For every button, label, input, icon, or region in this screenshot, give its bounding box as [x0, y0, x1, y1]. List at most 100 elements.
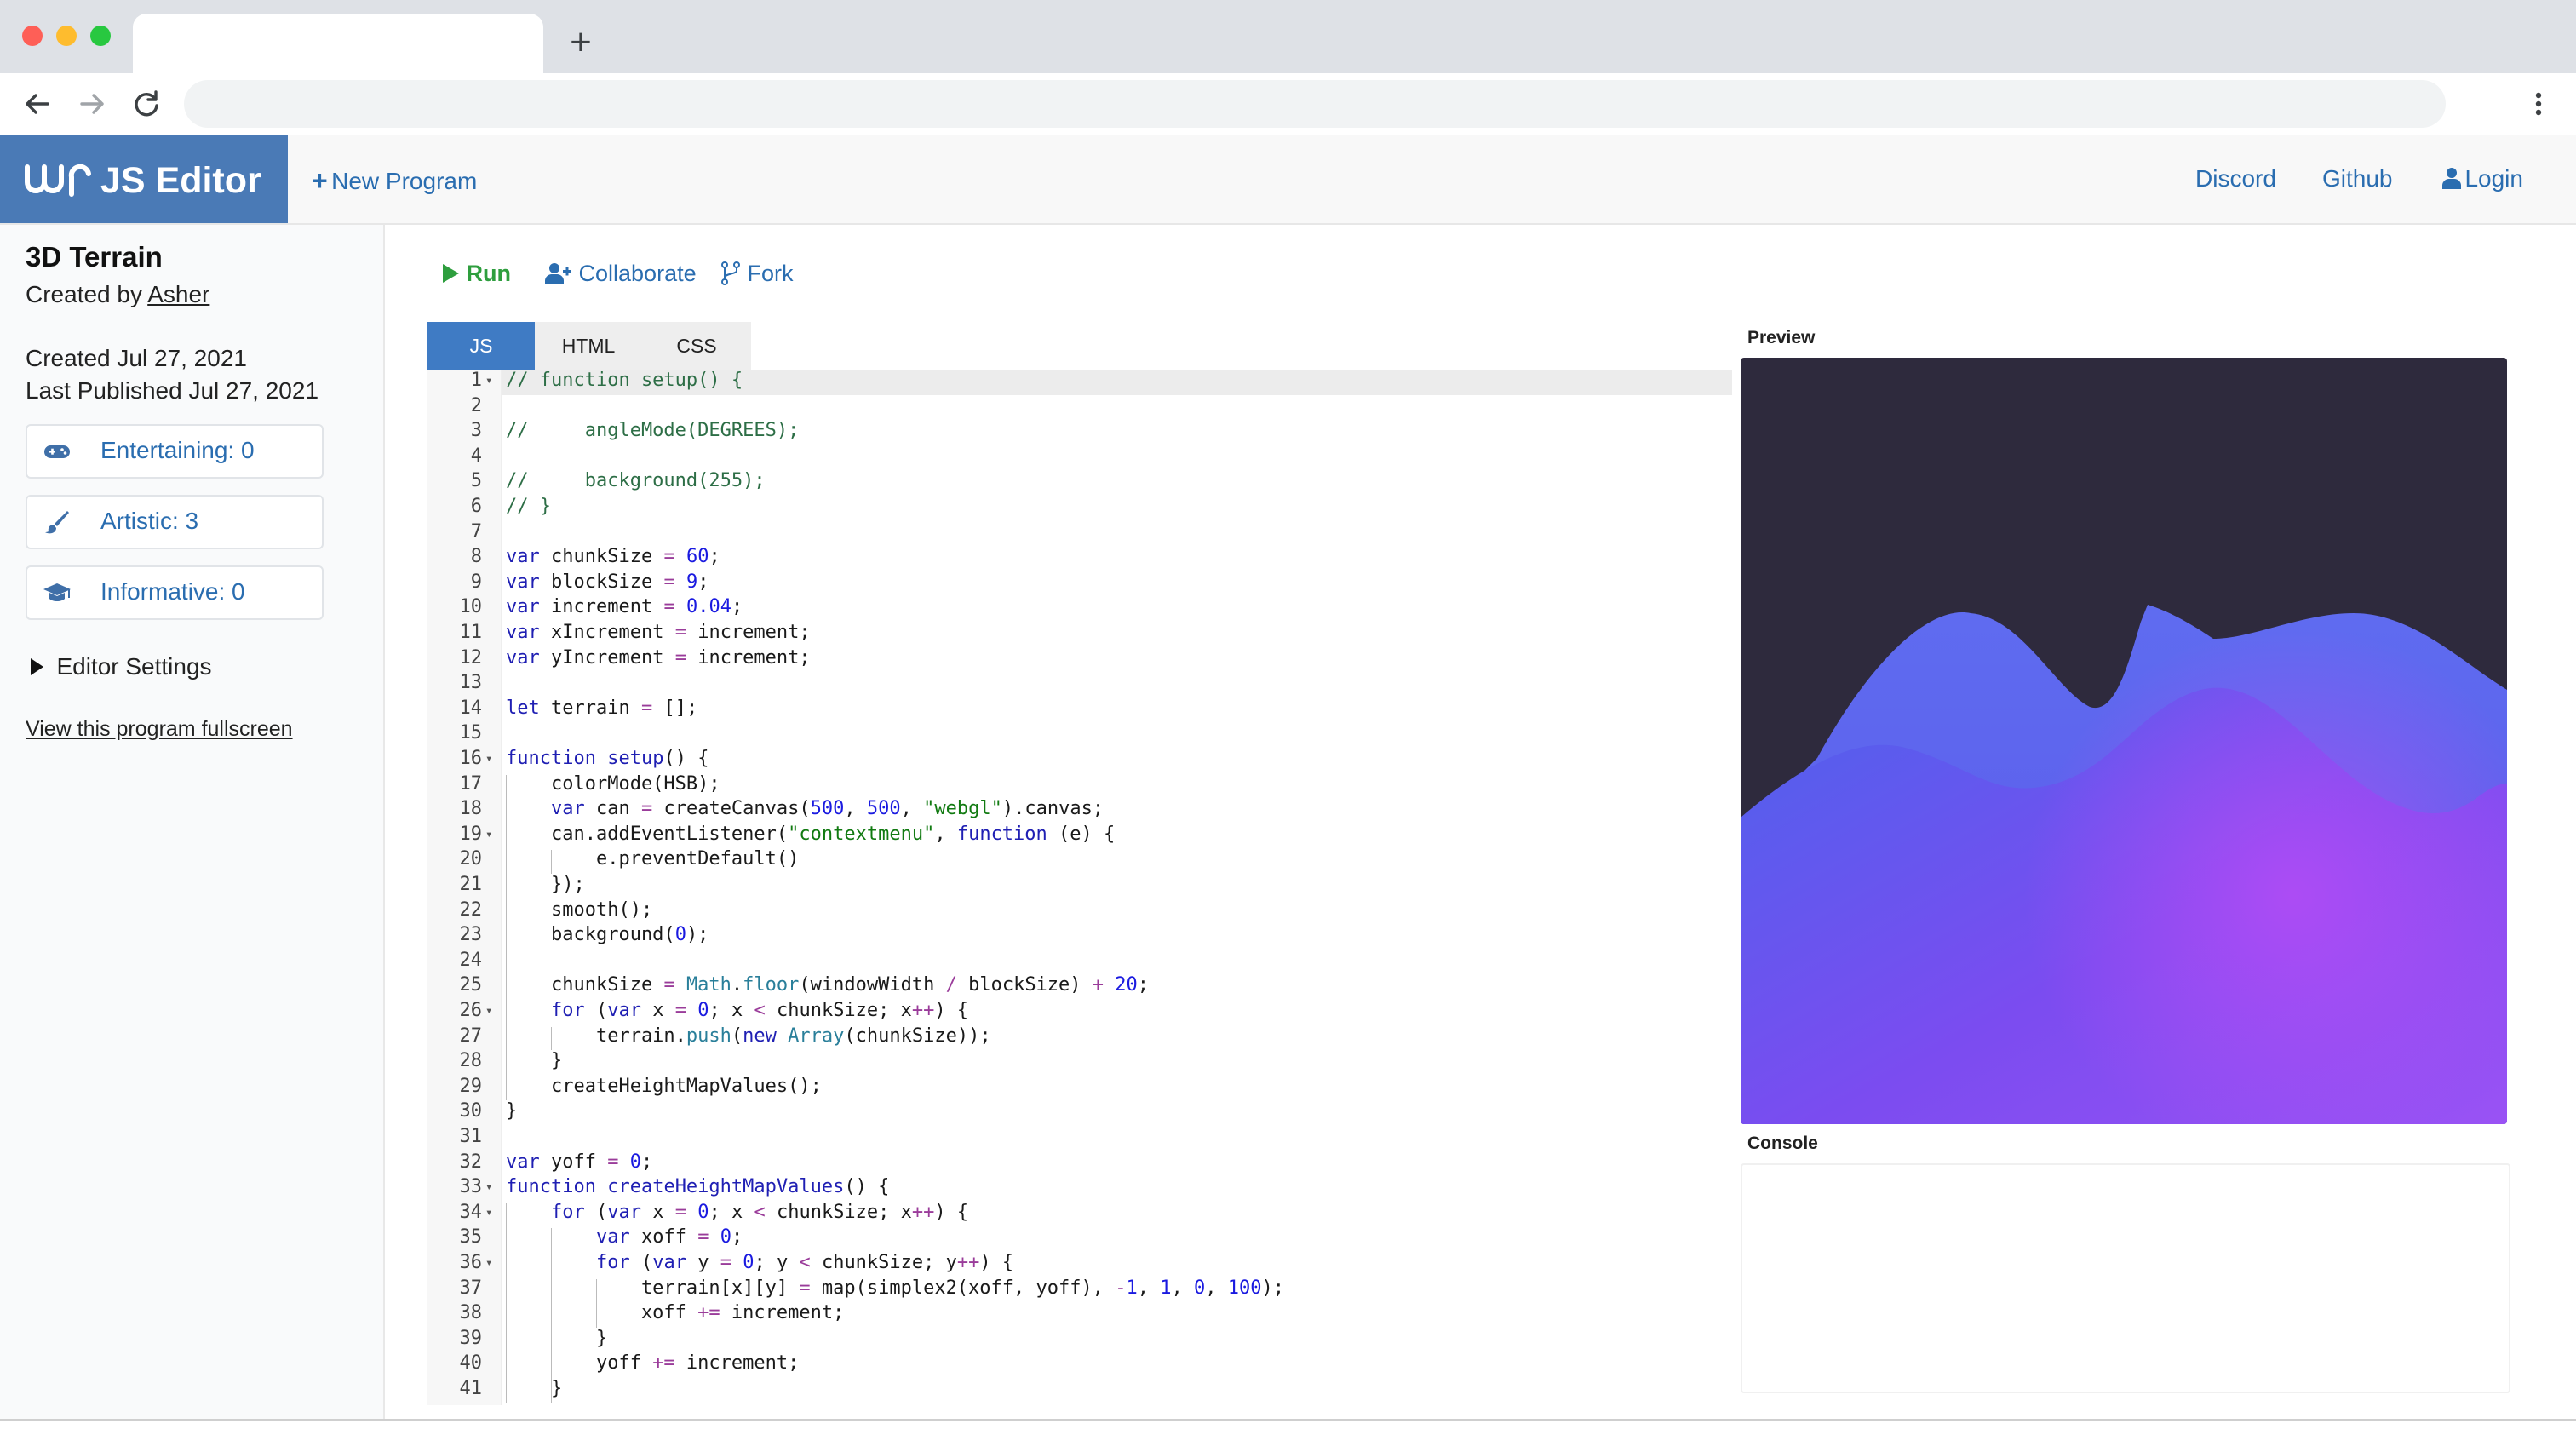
rating-artistic-button[interactable]: Artistic: 3: [26, 495, 324, 549]
fold-arrow-icon[interactable]: ▾: [485, 1256, 492, 1270]
minimize-window-button[interactable]: [56, 26, 77, 46]
new-tab-button[interactable]: +: [564, 17, 598, 68]
code-line[interactable]: background(0);: [506, 924, 709, 945]
back-button[interactable]: [17, 83, 58, 124]
run-label: Run: [466, 261, 511, 286]
fold-arrow-icon[interactable]: ▾: [485, 1206, 492, 1220]
new-program-label: New Program: [331, 168, 478, 194]
new-program-link[interactable]: + New Program: [312, 165, 477, 197]
code-line[interactable]: var xIncrement = increment;: [506, 622, 811, 643]
fold-arrow-icon[interactable]: ▾: [485, 1180, 492, 1194]
code-line[interactable]: terrain.push(new Array(chunkSize));: [506, 1025, 991, 1047]
logo-icon: [25, 164, 91, 197]
line-number: 12: [459, 646, 483, 669]
forward-arrow-icon: [80, 94, 104, 114]
line-number: 11: [459, 622, 483, 643]
code-line[interactable]: smooth();: [506, 899, 652, 921]
line-number: 17: [459, 772, 483, 795]
fork-button[interactable]: Fork: [720, 261, 794, 287]
line-number: 6: [470, 496, 482, 517]
code-line[interactable]: let terrain = [];: [506, 697, 697, 719]
code-line[interactable]: xoff += increment;: [506, 1302, 844, 1323]
close-window-button[interactable]: [22, 26, 43, 46]
code-line[interactable]: function createHeightMapValues() {: [506, 1176, 889, 1197]
line-number: 1: [470, 370, 482, 391]
collaborate-button[interactable]: Collaborate: [545, 261, 697, 287]
code-line[interactable]: }: [506, 1050, 562, 1071]
line-number: 38: [459, 1302, 483, 1324]
fold-arrow-icon[interactable]: ▾: [485, 752, 492, 766]
code-line[interactable]: var blockSize = 9;: [506, 571, 709, 593]
code-line[interactable]: var yoff = 0;: [506, 1151, 652, 1173]
code-line[interactable]: var can = createCanvas(500, 500, "webgl"…: [506, 798, 1104, 819]
collaborate-label: Collaborate: [578, 261, 697, 286]
code-line[interactable]: terrain[x][y] = map(simplex2(xoff, yoff)…: [506, 1277, 1284, 1299]
rating-informative-button[interactable]: Informative: 0: [26, 565, 324, 620]
code-line[interactable]: // function setup() {: [506, 370, 743, 391]
login-label: Login: [2464, 165, 2523, 192]
code-line[interactable]: }: [506, 1378, 562, 1399]
line-number: 18: [459, 798, 483, 820]
editor-settings-toggle[interactable]: Editor Settings: [29, 653, 212, 680]
code-line[interactable]: chunkSize = Math.floor(windowWidth / blo…: [506, 974, 1149, 996]
line-number: 24: [459, 949, 483, 971]
console-title: Console: [1747, 1134, 1818, 1153]
code-line[interactable]: for (var x = 0; x < chunkSize; x++) {: [506, 1000, 968, 1021]
indent-guide: [551, 850, 552, 874]
tab-html[interactable]: HTML: [535, 322, 642, 370]
code-line[interactable]: // }: [506, 496, 551, 517]
line-number: 22: [459, 898, 483, 921]
tab-js[interactable]: JS: [427, 322, 535, 370]
code-editor[interactable]: [427, 370, 1732, 1405]
preview-canvas[interactable]: [1741, 358, 2507, 1124]
tab-css[interactable]: CSS: [642, 322, 751, 370]
brand-title[interactable]: JS Editor: [100, 160, 261, 202]
browser-menu-button[interactable]: [2526, 83, 2551, 124]
code-line[interactable]: for (var x = 0; x < chunkSize; x++) {: [506, 1202, 968, 1223]
program-title: 3D Terrain: [26, 241, 163, 273]
preview-title: Preview: [1747, 328, 1816, 347]
code-line[interactable]: var chunkSize = 60;: [506, 546, 720, 567]
rating-entertaining-button[interactable]: Entertaining: 0: [26, 424, 324, 479]
author-link[interactable]: Asher: [147, 281, 209, 307]
code-line[interactable]: // angleMode(DEGREES);: [506, 420, 799, 441]
code-line[interactable]: createHeightMapValues();: [506, 1076, 822, 1097]
fold-arrow-icon[interactable]: ▾: [485, 1004, 492, 1018]
user-plus-icon: [545, 263, 571, 284]
line-number: 5: [470, 470, 482, 492]
login-link[interactable]: Login: [2442, 165, 2523, 192]
fold-arrow-icon[interactable]: ▾: [485, 374, 492, 387]
browser-tab[interactable]: [133, 14, 543, 73]
address-bar[interactable]: [184, 80, 2446, 128]
line-number: 27: [459, 1025, 483, 1047]
line-number: 21: [459, 874, 483, 895]
fullscreen-link[interactable]: View this program fullscreen: [26, 717, 293, 742]
code-line[interactable]: can.addEventListener("contextmenu", func…: [506, 824, 1115, 845]
code-line[interactable]: }: [506, 1328, 607, 1349]
play-icon: [443, 264, 459, 283]
run-button[interactable]: Run: [441, 261, 511, 287]
back-arrow-icon: [26, 94, 49, 114]
code-line[interactable]: var xoff = 0;: [506, 1226, 743, 1248]
line-number: 28: [459, 1050, 483, 1072]
code-line[interactable]: var increment = 0.04;: [506, 596, 743, 617]
code-line[interactable]: function setup() {: [506, 748, 709, 769]
user-icon: [2442, 168, 2461, 189]
line-number: 39: [459, 1327, 483, 1349]
forward-button[interactable]: [72, 83, 112, 124]
code-line[interactable]: });: [506, 874, 585, 895]
code-line[interactable]: e.preventDefault(): [506, 848, 799, 870]
code-line[interactable]: for (var y = 0; y < chunkSize; y++) {: [506, 1252, 1013, 1273]
code-line[interactable]: var yIncrement = increment;: [506, 647, 811, 669]
line-number: 40: [459, 1352, 483, 1375]
code-line[interactable]: }: [506, 1100, 517, 1122]
code-line[interactable]: // background(255);: [506, 470, 766, 491]
discord-link[interactable]: Discord: [2195, 165, 2276, 192]
reload-button[interactable]: [126, 83, 167, 124]
maximize-window-button[interactable]: [90, 26, 111, 46]
code-line[interactable]: colorMode(HSB);: [506, 773, 720, 795]
code-line[interactable]: yoff += increment;: [506, 1352, 799, 1374]
fold-arrow-icon[interactable]: ▾: [485, 828, 492, 841]
indent-guide: [506, 774, 507, 1101]
github-link[interactable]: Github: [2322, 165, 2393, 192]
